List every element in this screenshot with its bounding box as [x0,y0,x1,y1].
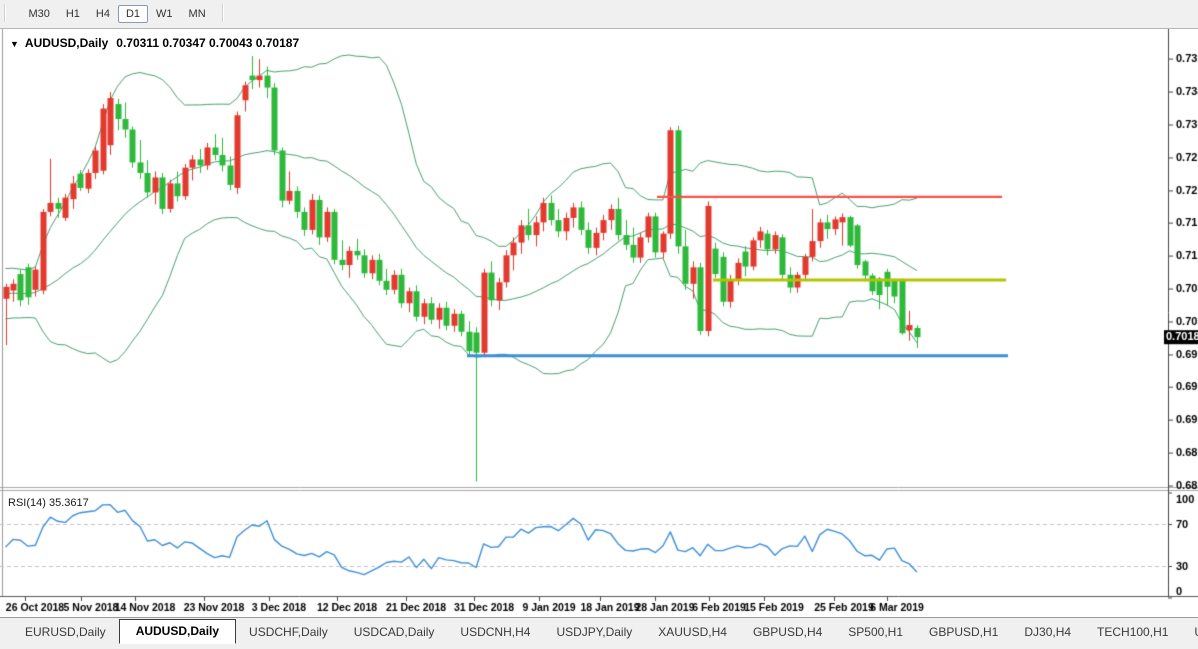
timeframe-button-mn[interactable]: MN [181,5,214,23]
price-chart-canvas[interactable] [0,29,1198,617]
tab-tech100-h1[interactable]: TECH100,H1 [1084,621,1181,644]
tab-dj30-h4[interactable]: DJ30,H4 [1011,621,1084,644]
timeframe-toolbar: M30H1H4D1W1MN [0,0,1198,29]
chart-ohlc-values: 0.70311 0.70347 0.70043 0.70187 [116,36,299,50]
timeframe-button-w1[interactable]: W1 [148,5,181,23]
tab-xauusd-h4[interactable]: XAUUSD,H4 [645,621,740,644]
tab-usdchf-daily[interactable]: USDCHF,Daily [236,621,341,644]
tab-eurusd-daily[interactable]: EURUSD,Daily [12,621,119,644]
tab-usdcad-daily[interactable]: USDCAD,Daily [341,621,448,644]
timeframe-button-d1[interactable]: D1 [118,5,148,23]
tab-sp500-h1[interactable]: SP500,H1 [835,621,916,644]
tab-gbpusd-h1[interactable]: GBPUSD,H1 [916,621,1011,644]
toolbar-separator [4,4,6,22]
timeframe-button-m30[interactable]: M30 [20,5,57,23]
timeframe-button-h1[interactable]: H1 [58,5,88,23]
tab-ukoil[interactable]: UKOil, [1181,621,1198,644]
chart-symbol-label: AUDUSD,Daily [25,36,108,50]
chart-title: ▼ AUDUSD,Daily 0.70311 0.70347 0.70043 0.7… [10,36,299,50]
chevron-down-icon[interactable]: ▼ [10,39,19,49]
rsi-indicator-label: RSI(14) 35.3617 [8,497,89,509]
toolbar-separator [222,4,224,22]
tab-usdjpy-daily[interactable]: USDJPY,Daily [543,621,645,644]
timeframe-button-group: M30H1H4D1W1MN [20,4,213,21]
tab-audusd-daily[interactable]: AUDUSD,Daily [119,619,236,644]
tab-usdcnh-h4[interactable]: USDCNH,H4 [447,621,543,644]
symbol-tabs: EURUSD,DailyAUDUSD,DailyUSDCHF,DailyUSDC… [0,618,1198,644]
tab-gbpusd-h4[interactable]: GBPUSD,H4 [740,621,835,644]
symbol-tab-bar: EURUSD,DailyAUDUSD,DailyUSDCHF,DailyUSDC… [0,617,1198,649]
timeframe-button-h4[interactable]: H4 [88,5,118,23]
